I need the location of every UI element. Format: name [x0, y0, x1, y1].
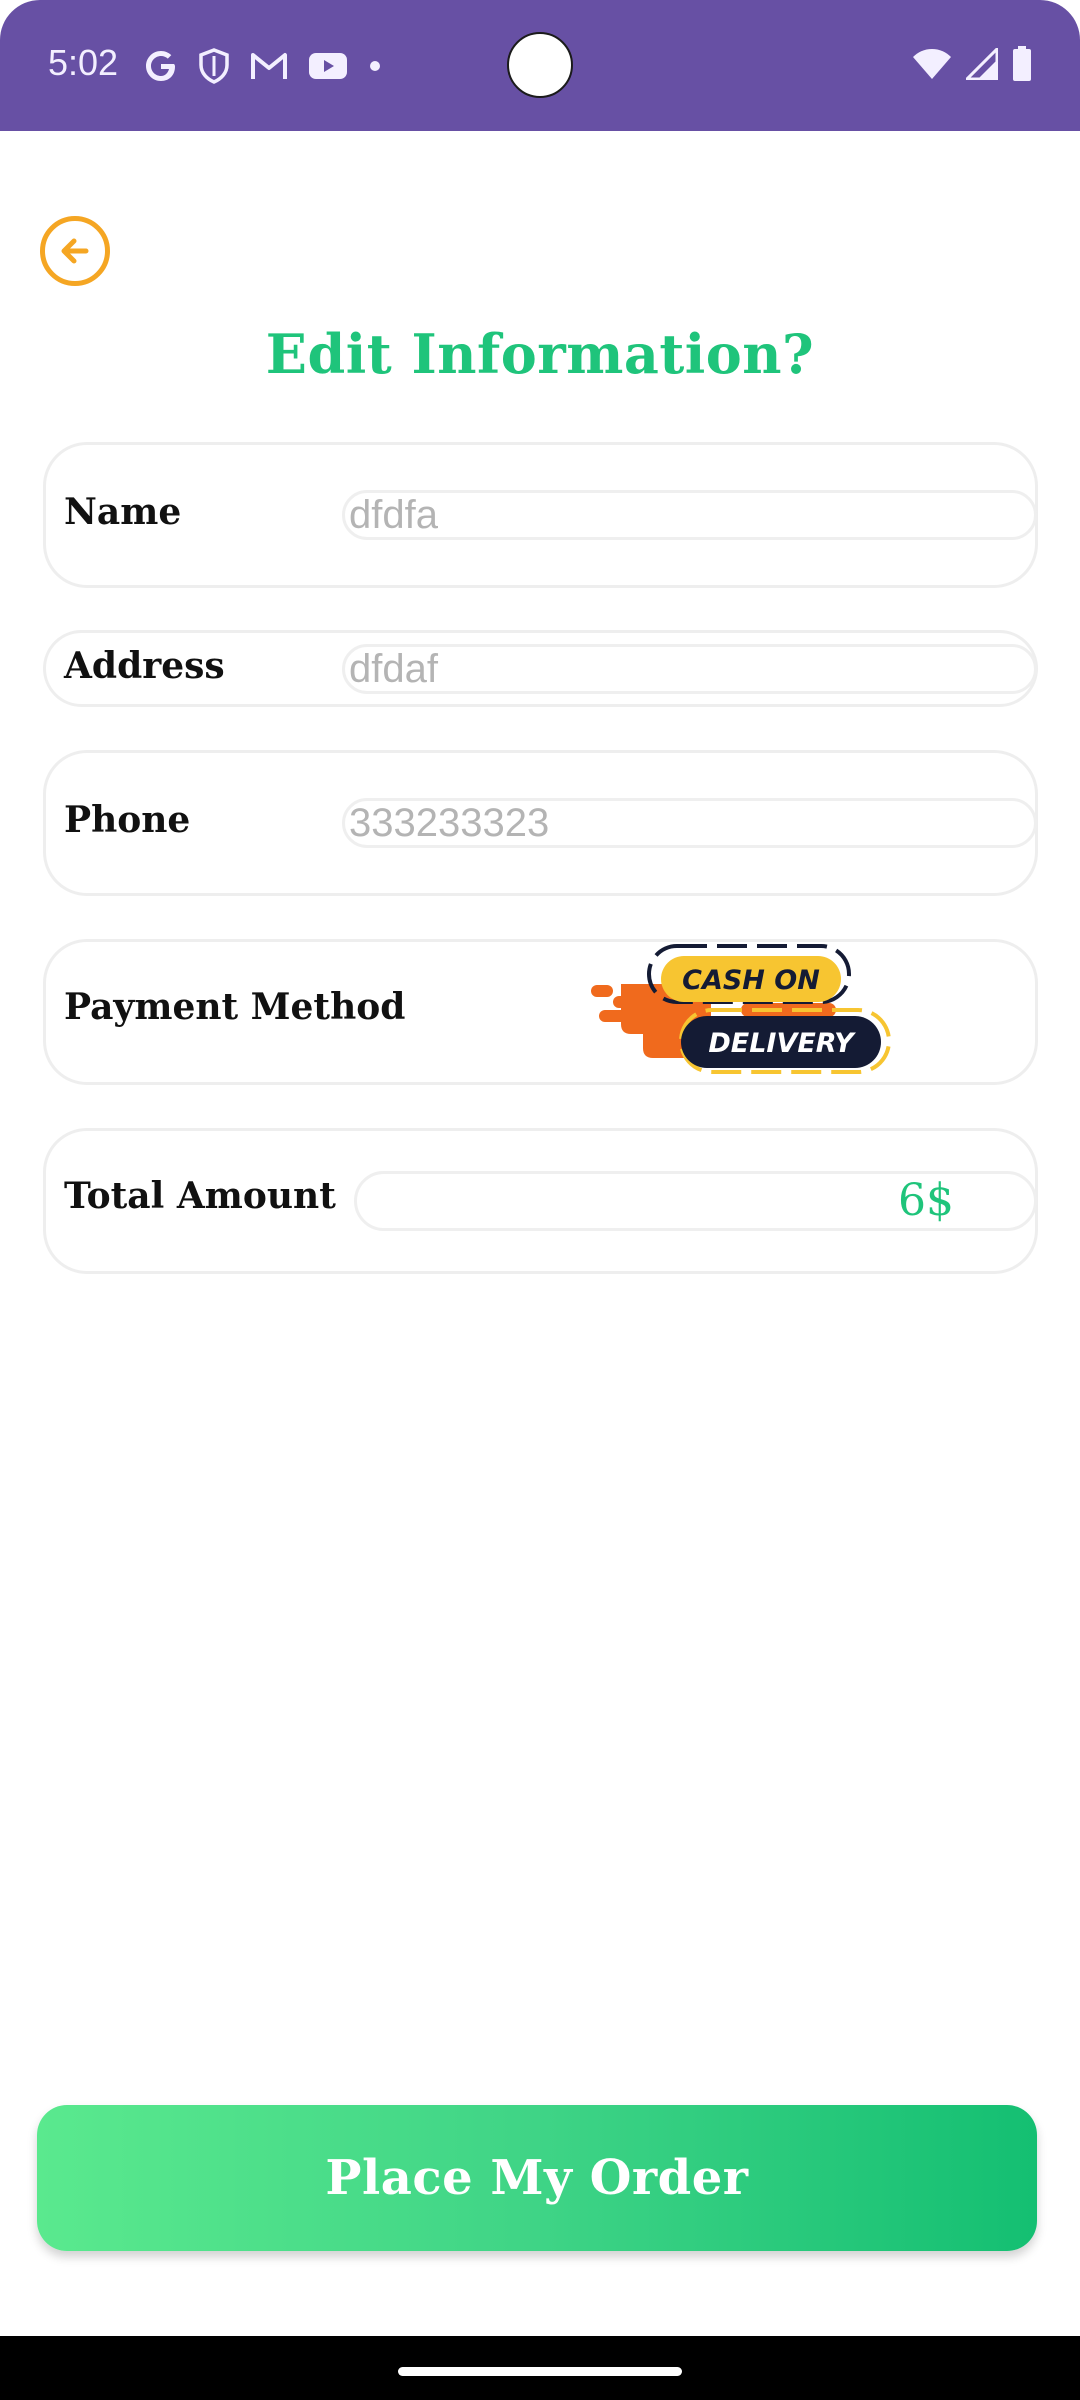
- total-label: Total Amount: [64, 1175, 336, 1217]
- system-icons: [912, 45, 1032, 86]
- navigation-bar: [0, 2336, 1080, 2400]
- battery-icon: [1012, 46, 1032, 86]
- phone-label: Phone: [64, 799, 191, 841]
- name-card: Name: [43, 442, 1038, 588]
- address-label: Address: [64, 645, 225, 687]
- payment-label: Payment Method: [64, 986, 406, 1028]
- badge-line1: CASH ON: [682, 965, 820, 996]
- cash-on-delivery-badge[interactable]: CASH ON DELIVERY: [591, 938, 896, 1088]
- wifi-icon: [912, 48, 952, 84]
- youtube-icon: [308, 46, 348, 86]
- back-button[interactable]: [40, 216, 110, 286]
- status-time: 5:02: [48, 42, 119, 83]
- payment-card: Payment Method CASH ON DELIVERY: [43, 939, 1038, 1085]
- name-input[interactable]: [342, 490, 1037, 540]
- notification-icons: [144, 46, 382, 86]
- camera-cutout: [507, 32, 573, 98]
- signal-icon: [963, 45, 999, 84]
- address-input[interactable]: [342, 644, 1037, 694]
- gmail-icon: [250, 46, 288, 86]
- arrow-left-circle-icon: [61, 238, 89, 264]
- page-title: Edit Information?: [265, 322, 815, 386]
- name-label: Name: [64, 491, 182, 533]
- home-indicator[interactable]: [398, 2367, 682, 2376]
- place-order-button[interactable]: Place My Order: [37, 2105, 1037, 2251]
- google-icon: [144, 46, 178, 86]
- status-bar: 5:02: [0, 0, 1080, 131]
- phone-input[interactable]: [342, 798, 1037, 848]
- total-value: 6$: [898, 1175, 954, 1226]
- phone-card: Phone: [43, 750, 1038, 896]
- address-card: Address: [43, 630, 1038, 707]
- badge-line2: DELIVERY: [708, 1028, 856, 1059]
- shield-icon: [198, 46, 230, 86]
- total-field: 6$: [354, 1171, 1037, 1231]
- total-card: Total Amount 6$: [43, 1128, 1038, 1274]
- dot-icon: [368, 46, 382, 86]
